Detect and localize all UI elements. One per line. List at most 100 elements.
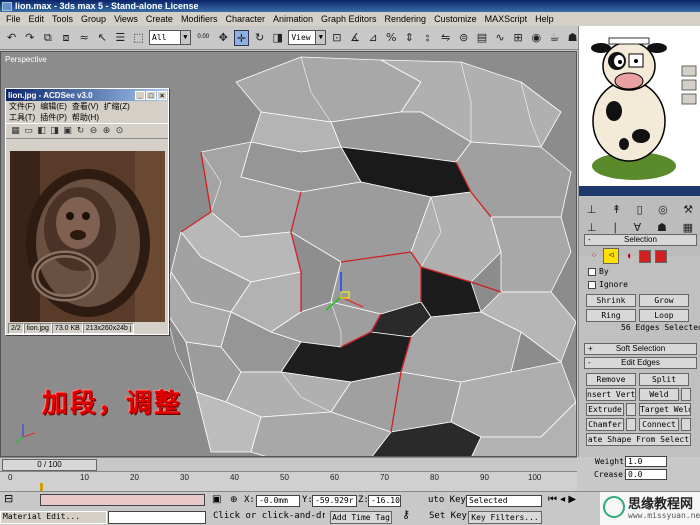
viewport-label[interactable]: Perspective xyxy=(5,55,47,64)
select-by-name-icon[interactable]: ☰ xyxy=(113,30,128,46)
percent-snap-icon[interactable]: % xyxy=(384,30,399,46)
ring-button[interactable]: Ring xyxy=(586,309,636,322)
key-mode-dropdown[interactable]: Selected xyxy=(466,495,542,507)
auto-key-button[interactable]: uto Key xyxy=(428,494,466,507)
menu-file[interactable]: File xyxy=(2,14,25,24)
edge-mode-icon[interactable]: ◁ xyxy=(603,248,619,264)
menu-group[interactable]: Group xyxy=(77,14,110,24)
edit-edges-rollout[interactable]: - Edit Edges xyxy=(584,357,697,369)
named-selection-icon[interactable]: ⦂ xyxy=(420,30,435,46)
time-slider[interactable]: 0 / 100 xyxy=(0,457,577,471)
make-unique-icon[interactable]: ∀ xyxy=(634,221,642,234)
spinner-snap-icon[interactable]: ⇕ xyxy=(402,30,417,46)
select-object-icon[interactable]: ↖ xyxy=(95,30,110,46)
create-tab-icon[interactable]: ⊥ xyxy=(587,203,597,216)
key-icon[interactable]: ⚷ xyxy=(402,509,424,522)
y-coord-field[interactable]: -59.929r xyxy=(312,495,357,507)
show-end-result-icon[interactable]: ∣ xyxy=(612,221,618,234)
scale-icon[interactable]: ◨ xyxy=(270,30,285,46)
playback-controls-icon[interactable]: ⏮ ◂ ▶ xyxy=(548,494,598,507)
curve-editor-icon[interactable]: ∿ xyxy=(492,30,507,46)
render-scene-icon[interactable]: ☕ xyxy=(547,30,562,46)
prompt-input[interactable] xyxy=(108,511,206,524)
remove-modifier-icon[interactable]: ☗ xyxy=(657,221,667,234)
layer-manager-icon[interactable]: ▤ xyxy=(474,30,489,46)
menu-customize[interactable]: Customize xyxy=(430,14,481,24)
menu-views[interactable]: Views xyxy=(110,14,142,24)
menu-edit[interactable]: Edit xyxy=(25,14,49,24)
link-icon[interactable]: ⧉ xyxy=(40,30,55,46)
zoom-fit-icon[interactable]: ⊙ xyxy=(114,126,125,137)
configure-sets-icon[interactable]: ▦ xyxy=(683,221,693,234)
menu-animation[interactable]: Animation xyxy=(269,14,317,24)
chamfer-settings-button[interactable] xyxy=(626,418,636,431)
zoom-out-icon[interactable]: ⊖ xyxy=(88,126,99,137)
connect-settings-button[interactable] xyxy=(681,418,691,431)
hierarchy-tab-icon[interactable]: ▯ xyxy=(637,203,643,216)
menu-rendering[interactable]: Rendering xyxy=(381,14,431,24)
modify-tab-icon[interactable]: ↟ xyxy=(612,203,621,216)
create-shape-button[interactable]: ate Shape From Select xyxy=(586,433,691,446)
chamfer-button[interactable]: Chamfer xyxy=(586,418,624,431)
border-mode-icon[interactable]: ◖ xyxy=(623,250,635,263)
close-icon[interactable]: × xyxy=(157,90,167,100)
reference-coord-dropdown[interactable]: View ▼ xyxy=(288,30,327,45)
minimize-icon[interactable]: _ xyxy=(135,90,145,100)
mirror-icon[interactable]: ⇋ xyxy=(438,30,453,46)
vertex-mode-icon[interactable]: ⁘ xyxy=(588,250,600,263)
polygon-mode-icon[interactable] xyxy=(639,250,651,263)
unlink-icon[interactable]: ⧈ xyxy=(58,30,73,46)
track-bar[interactable]: 0 10 20 30 40 50 60 70 80 90 100 xyxy=(0,471,577,491)
soft-selection-rollout[interactable]: + Soft Selection xyxy=(584,343,697,355)
zoom-in-icon[interactable]: ⊕ xyxy=(101,126,112,137)
maximize-icon[interactable]: □ xyxy=(146,90,156,100)
acdsee-menu-zoom[interactable]: 扩缩(Z) xyxy=(104,101,130,112)
crease-spinner[interactable]: 0.0 xyxy=(625,469,667,480)
next-icon[interactable]: ◨ xyxy=(49,126,60,137)
angle-snap-icon[interactable]: ⊿ xyxy=(366,30,381,46)
loop-button[interactable]: Loop xyxy=(639,309,689,322)
acdsee-menu-help[interactable]: 帮助(H) xyxy=(72,112,99,123)
ignore-backfacing-checkbox[interactable] xyxy=(588,281,596,289)
schematic-view-icon[interactable]: ⊞ xyxy=(511,30,526,46)
selection-filter-dropdown[interactable]: All ▼ xyxy=(149,30,191,45)
insert-vertex-button[interactable]: nsert Verte xyxy=(586,388,636,401)
absolute-mode-icon[interactable]: ⊕ xyxy=(230,494,240,507)
z-coord-field[interactable]: -16.10: xyxy=(368,495,401,507)
add-time-tag-button[interactable]: Add Time Tag xyxy=(330,511,392,524)
connect-button[interactable]: Connect xyxy=(639,418,679,431)
snap-icon[interactable]: ∡ xyxy=(347,30,362,46)
pivot-center-icon[interactable]: ⊡ xyxy=(329,30,344,46)
bind-space-warp-icon[interactable]: ≈ xyxy=(77,30,92,46)
acdsee-menu-edit[interactable]: 编辑(E) xyxy=(40,101,67,112)
align-icon[interactable]: ⊜ xyxy=(456,30,471,46)
material-editor-taskbar-button[interactable]: Material Edit... xyxy=(0,511,107,524)
undo-icon[interactable]: ↶ xyxy=(4,30,19,46)
by-vertex-checkbox[interactable] xyxy=(588,268,596,276)
prev-icon[interactable]: ◧ xyxy=(36,126,47,137)
redo-icon[interactable]: ↷ xyxy=(22,30,37,46)
lock-icon[interactable]: ▣ xyxy=(212,494,226,507)
acdsee-menu-plugins[interactable]: 插件(P) xyxy=(40,112,67,123)
shrink-button[interactable]: Shrink xyxy=(586,294,636,307)
browse-icon[interactable]: ▦ xyxy=(10,126,21,137)
extrude-button[interactable]: Extrude xyxy=(586,403,624,416)
maxscript-listener[interactable] xyxy=(40,494,205,506)
acdsee-menu-file[interactable]: 文件(F) xyxy=(9,101,35,112)
selection-rollout[interactable]: - Selection xyxy=(584,234,697,246)
slideshow-icon[interactable]: ▣ xyxy=(62,126,73,137)
grow-button[interactable]: Grow xyxy=(639,294,689,307)
weld-settings-button[interactable] xyxy=(681,388,691,401)
extrude-settings-button[interactable] xyxy=(626,403,636,416)
set-key-button[interactable]: Set Key xyxy=(429,510,467,523)
remove-button[interactable]: Remove xyxy=(586,373,636,386)
open-folder-icon[interactable]: ▭ xyxy=(23,126,34,137)
move-icon[interactable]: ✛ xyxy=(233,29,250,46)
selection-region-icon[interactable]: ⬚ xyxy=(131,30,146,46)
acdsee-menu-tools[interactable]: 工具(T) xyxy=(9,112,35,123)
acdsee-menu-view[interactable]: 查看(V) xyxy=(72,101,99,112)
split-button[interactable]: Split xyxy=(639,373,689,386)
rotate-icon[interactable]: ↻ xyxy=(252,30,267,46)
selection-lock-icon[interactable]: ⊟ xyxy=(4,493,16,506)
menu-maxscript[interactable]: MAXScript xyxy=(481,14,532,24)
